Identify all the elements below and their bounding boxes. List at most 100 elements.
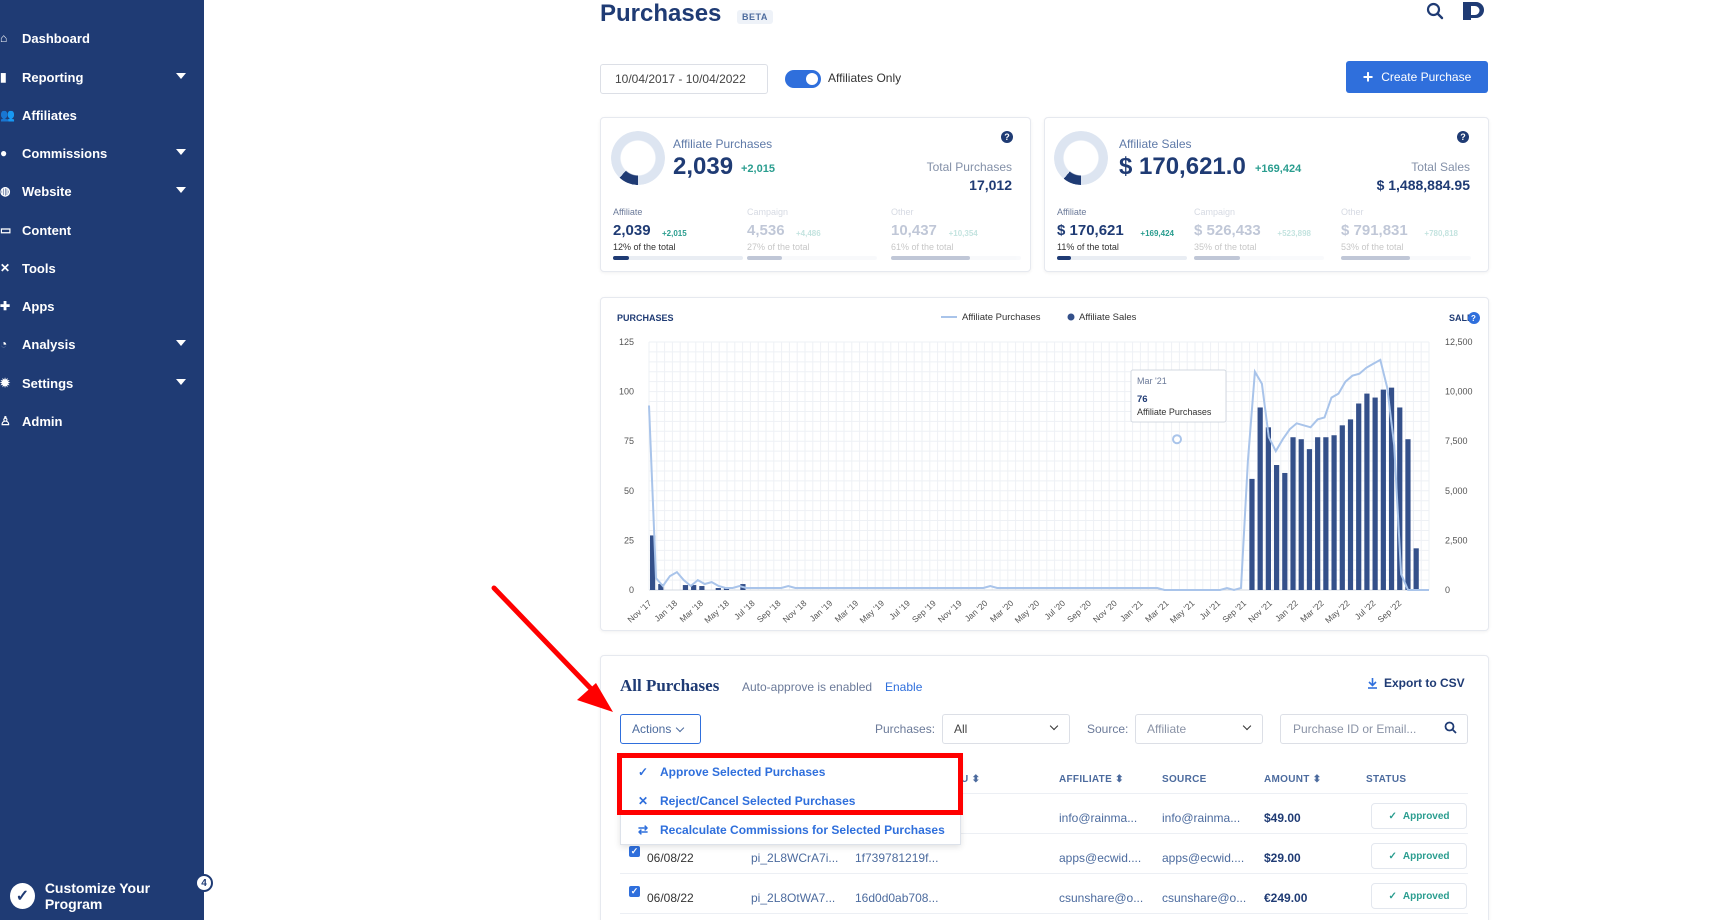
x-tick-label: Mar '21	[1143, 598, 1171, 624]
purchase-search-input[interactable]: Purchase ID or Email...	[1280, 714, 1468, 744]
left-tick-label: 100	[619, 387, 634, 397]
affiliates-only-toggle[interactable]	[785, 70, 821, 88]
export-csv-button[interactable]: Export to CSV	[1367, 676, 1465, 690]
chart-canvas: PURCHASES SALES?Affiliate Purchases Affili…	[617, 312, 1480, 625]
caret-down-icon	[176, 187, 186, 193]
x-tick-label: May '21	[1168, 598, 1197, 625]
help-icon[interactable]: ?	[1001, 131, 1013, 143]
sidebar-item-apps[interactable]: ✚ Apps	[0, 289, 204, 323]
row-divider	[620, 873, 1468, 874]
col-header-affiliate[interactable]: AFFILIATE ⬍	[1059, 774, 1124, 785]
help-icon[interactable]: ?	[1457, 131, 1469, 143]
x-tick-label: Nov '20	[1091, 598, 1119, 625]
source-filter-select[interactable]: Affiliate	[1135, 714, 1263, 744]
status-badge: ✓ Approved	[1371, 803, 1467, 829]
purchases-value: 2,039	[673, 153, 734, 180]
search-placeholder: Purchase ID or Email...	[1293, 722, 1417, 736]
sub-stat-delta: +523,898	[1277, 229, 1311, 238]
sales-bar	[699, 586, 705, 590]
sub-stat-value: 10,437	[891, 222, 937, 239]
create-purchase-button[interactable]: + Create Purchase	[1346, 61, 1488, 93]
sidebar-item-dashboard[interactable]: ⌂ Dashboard	[0, 21, 204, 55]
sidebar-item-tools[interactable]: ✕ Tools	[0, 251, 204, 285]
sales-bar	[1265, 427, 1271, 590]
sub-stat-percent: 12% of the total	[613, 242, 676, 252]
menu-item-recalculate-commissions-for-selected-purchases[interactable]: ⇄ Recalculate Commissions for Selected Pu…	[621, 816, 962, 844]
status-label: Approved	[1402, 850, 1450, 862]
sidebar-item-admin[interactable]: ♙ Admin	[0, 404, 204, 438]
source-filter-value: Affiliate	[1147, 722, 1187, 736]
home-icon: ⌂	[0, 31, 8, 45]
sidebar-item-content[interactable]: ▭ Content	[0, 213, 204, 247]
sidebar-item-label: Commissions	[22, 145, 108, 161]
sku-link[interactable]: 1f739781219f...	[855, 851, 938, 865]
customize-program-button[interactable]: ✓ Customize Your Program	[0, 878, 204, 914]
x-tick-label: Nov '17	[625, 598, 653, 625]
amount-value: €249.00	[1264, 891, 1308, 905]
users-icon: 👥	[0, 108, 15, 122]
purchase-id-link[interactable]: pi_2L8OtWA7...	[751, 891, 835, 905]
enable-link[interactable]: Enable	[885, 680, 922, 694]
sub-stat-progress-bar	[1194, 256, 1324, 260]
affiliate-link[interactable]: apps@ecwid....	[1059, 851, 1141, 865]
purchase-id-link[interactable]: pi_2L8WCrA7i...	[751, 851, 838, 865]
brand-logo-icon[interactable]	[1463, 2, 1485, 20]
sub-stat-label: Campaign	[1194, 207, 1236, 217]
search-icon[interactable]	[1426, 2, 1444, 25]
image-icon: ▭	[0, 223, 12, 237]
purchase-date: 06/08/22	[647, 891, 694, 905]
date-range-picker[interactable]: 10/04/2017 - 10/04/2022	[600, 64, 768, 94]
purchase-date: 06/08/22	[647, 851, 694, 865]
right-tick-label: 5,000	[1445, 486, 1468, 496]
sidebar-item-reporting[interactable]: ▮ Reporting	[0, 60, 204, 94]
row-checkbox[interactable]: ✓	[629, 846, 640, 857]
x-tick-label: Jul '19	[887, 598, 912, 622]
purchases-filter-select[interactable]: All	[942, 714, 1070, 744]
legend-dot-swatch	[1067, 313, 1075, 321]
amount-value: $29.00	[1264, 851, 1301, 865]
total-sales-label: Total Sales	[1411, 160, 1470, 174]
sidebar-item-label: Website	[22, 183, 72, 199]
col-header-amount[interactable]: AMOUNT ⬍	[1264, 774, 1321, 785]
sidebar-item-settings[interactable]: ✹ Settings	[0, 366, 204, 400]
purchases-donut-chart	[611, 131, 665, 185]
sidebar-item-website[interactable]: ◍ Website	[0, 174, 204, 208]
x-tick-label: Jan '22	[1273, 598, 1300, 624]
row-checkbox[interactable]: ✓	[629, 886, 640, 897]
sub-stat-progress-bar	[891, 256, 1021, 260]
progress-fill	[747, 256, 783, 260]
x-tick-label: Sep '20	[1065, 598, 1093, 625]
sales-bar	[1315, 437, 1321, 590]
affiliate-purchases-card: Affiliate Purchases 2,039 +2,015 ? Total…	[600, 117, 1031, 272]
caret-down-icon	[176, 379, 186, 385]
sales-bar	[1347, 419, 1354, 590]
sales-label: Affiliate Sales	[1119, 137, 1192, 151]
plus-icon: +	[1362, 67, 1374, 87]
sidebar-item-affiliates[interactable]: 👥 Affiliates	[0, 98, 204, 132]
customize-label: Customize Your Program	[44, 880, 151, 912]
total-purchases-label: Total Purchases	[926, 160, 1012, 174]
affiliate-link[interactable]: csunshare@o...	[1059, 891, 1143, 905]
x-tick-label: Jul '21	[1198, 598, 1223, 622]
sales-bar	[1290, 437, 1296, 590]
menu-item-label: Recalculate Commissions for Selected Pur…	[660, 823, 945, 837]
sidebar-item-commissions[interactable]: ● Commissions	[0, 136, 204, 170]
col-header-sku[interactable]: U ⬍	[961, 774, 980, 785]
left-tick-label: 125	[619, 337, 634, 347]
actions-dropdown[interactable]: Actions	[620, 714, 701, 744]
left-tick-label: 50	[624, 486, 634, 496]
tooltip-value: 76	[1137, 394, 1148, 405]
affiliate-link[interactable]: info@rainma...	[1059, 811, 1137, 825]
sidebar-item-label: Settings	[22, 375, 74, 391]
sidebar-item-analysis[interactable]: ◔ Analysis	[0, 327, 204, 361]
col-header-status: STATUS	[1366, 774, 1407, 785]
x-tick-label: Jul '22	[1353, 598, 1378, 622]
sidebar-item-label: Reporting	[22, 69, 84, 85]
sales-bar	[1405, 439, 1411, 590]
x-tick-label: Jan '18	[652, 598, 679, 624]
purchases-filter-label: Purchases:	[875, 722, 936, 736]
sub-stat-percent: 35% of the total	[1194, 242, 1257, 252]
sku-link[interactable]: 16d0d0ab708...	[855, 891, 938, 905]
source-filter-label: Source:	[1087, 722, 1129, 736]
x-tick-label: May '20	[1013, 598, 1042, 625]
